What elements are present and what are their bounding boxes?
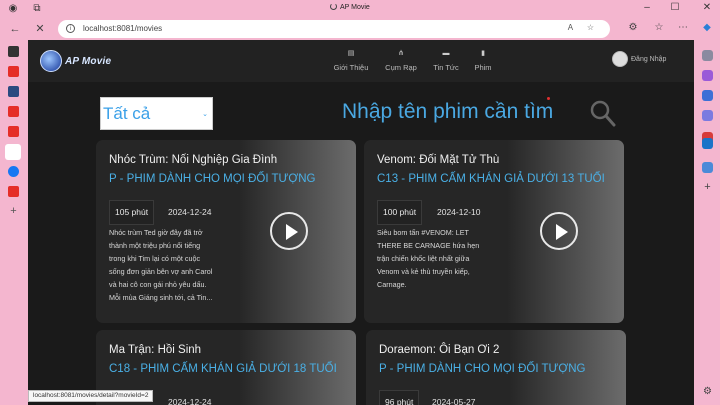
movie-date: 2024-12-24 (168, 207, 212, 217)
movie-title: Nhóc Trùm: Nối Nghiệp Gia Đình (109, 154, 278, 166)
vertical-tab-strip: + (0, 40, 28, 405)
movie-duration: 105 phút (109, 200, 155, 225)
tab-icon[interactable] (8, 86, 19, 97)
movie-title: Doraemon: Ôi Bạn Ơi 2 (379, 344, 500, 356)
browser-toolbar: ← ✕ i localhost:8081/movies A ☆ ⚙ ☆ ⋯ ◆ (0, 18, 720, 40)
movie-card[interactable]: Venom: Đối Mặt Tử Thù C13 - PHIM CẤM KHÁ… (364, 140, 624, 323)
movie-title: Venom: Đối Mặt Tử Thù (377, 154, 500, 166)
site-logo[interactable]: AP Movie (40, 49, 111, 73)
avatar (612, 51, 628, 67)
category-select[interactable]: Tất cả ⌄ (100, 97, 213, 130)
movie-rating: C18 - PHIM CẤM KHÁN GIẢ DƯỚI 18 TUỔI (109, 363, 337, 375)
copilot-icon[interactable]: ◆ (700, 22, 714, 33)
stop-loading-icon[interactable]: ✕ (33, 22, 47, 36)
search-icon[interactable] (590, 100, 616, 128)
info-icon: ▤ (347, 50, 355, 57)
play-icon[interactable] (540, 212, 578, 250)
web-page: AP Movie ▤ Giới Thiệu ⋔ Cụm Rạp ▬ Tin Tứ… (28, 40, 694, 405)
search-icon[interactable] (702, 50, 713, 61)
workspaces-icon[interactable]: ⧉ (30, 2, 44, 16)
status-bar-url: localhost:8081/movies/detail?movieId=2 (28, 390, 154, 402)
news-icon: ▬ (442, 50, 450, 57)
back-icon[interactable]: ← (8, 22, 22, 36)
minimize-icon[interactable]: – (640, 2, 654, 13)
movie-rating: P - PHIM DÀNH CHO MỌI ĐỐI TƯỢNG (379, 363, 586, 375)
facebook-icon[interactable] (8, 166, 19, 177)
movie-card[interactable]: Nhóc Trùm: Nối Nghiệp Gia Đình P - PHIM … (96, 140, 356, 323)
send-icon[interactable] (702, 162, 713, 173)
tab-title: AP Movie (340, 4, 370, 11)
movie-title: Ma Trận: Hồi Sinh (109, 344, 202, 356)
phone-icon: ▮ (481, 50, 485, 57)
active-tab-icon[interactable] (5, 144, 21, 160)
youtube-icon[interactable] (8, 126, 19, 137)
network-icon: ⋔ (398, 50, 404, 57)
add-icon[interactable]: + (702, 182, 713, 193)
favorites-icon[interactable]: ☆ (652, 22, 666, 33)
address-bar[interactable]: i localhost:8081/movies A ☆ (58, 20, 610, 38)
maximize-icon[interactable]: ☐ (668, 2, 682, 13)
movie-card[interactable]: Doraemon: Ôi Bạn Ơi 2 P - PHIM DÀNH CHO … (366, 330, 626, 405)
browser-sidebar: + ⚙ (696, 40, 720, 405)
browser-tab[interactable]: AP Movie (330, 3, 370, 11)
login-button[interactable]: Đăng Nhập (612, 51, 666, 67)
site-header: AP Movie ▤ Giới Thiệu ⋔ Cụm Rạp ▬ Tin Tứ… (28, 40, 694, 82)
nav-label: Phim (474, 63, 492, 72)
movie-description: Nhóc trùm Ted giờ đây đã trở thành một t… (109, 228, 213, 302)
extensions-icon[interactable]: ⚙ (626, 22, 640, 33)
outlook-icon[interactable] (702, 138, 713, 149)
movie-rating: P - PHIM DÀNH CHO MỌI ĐỐI TƯỢNG (109, 173, 316, 185)
games-icon[interactable] (702, 110, 713, 121)
browser-tab-bar: ◉ ⧉ AP Movie – ☐ ✕ (0, 0, 720, 18)
shopping-icon[interactable] (702, 70, 713, 81)
nav-label: Giới Thiệu (333, 63, 369, 72)
settings-icon[interactable]: ⚙ (702, 386, 713, 397)
movie-date: 2024-05-27 (432, 397, 476, 405)
loading-spinner-icon (330, 3, 337, 10)
url-text: localhost:8081/movies (83, 24, 163, 33)
new-tab-icon[interactable]: + (8, 206, 19, 217)
movie-description: Siêu bom tấn #VENOM: LET THERE BE CARNAG… (377, 228, 480, 289)
nav-phim[interactable]: ▮ Phim (458, 50, 508, 72)
movie-duration: 96 phút (379, 390, 420, 405)
tab-icon[interactable] (8, 46, 19, 57)
close-window-icon[interactable]: ✕ (700, 2, 714, 13)
logo-icon (40, 50, 62, 72)
nav-label: Cụm Rạp (385, 63, 417, 72)
more-icon[interactable]: ⋯ (676, 22, 690, 33)
nav-gioi-thieu[interactable]: ▤ Giới Thiệu (326, 50, 376, 72)
nav-cum-rap[interactable]: ⋔ Cụm Rạp (376, 50, 426, 72)
youtube-icon[interactable] (8, 106, 19, 117)
movie-duration: 100 phút (377, 200, 423, 225)
movie-date: 2024-12-24 (168, 397, 212, 405)
chevron-down-icon: ⌄ (202, 111, 208, 118)
tools-icon[interactable] (702, 90, 713, 101)
youtube-icon[interactable] (8, 186, 19, 197)
category-value: Tất cả (103, 104, 151, 123)
movie-date: 2024-12-10 (437, 207, 481, 217)
login-label: Đăng Nhập (631, 55, 667, 63)
profile-icon[interactable]: ◉ (6, 2, 20, 16)
address-bar-actions[interactable]: A ☆ (568, 23, 600, 32)
movie-rating: C13 - PHIM CẤM KHÁN GIẢ DƯỚI 13 TUỔI (377, 173, 605, 185)
site-info-icon[interactable]: i (66, 24, 75, 33)
play-icon[interactable] (270, 212, 308, 250)
search-input[interactable]: Nhập tên phim cần tìm (342, 100, 553, 124)
youtube-icon[interactable] (8, 66, 19, 77)
logo-text: AP Movie (65, 55, 112, 67)
